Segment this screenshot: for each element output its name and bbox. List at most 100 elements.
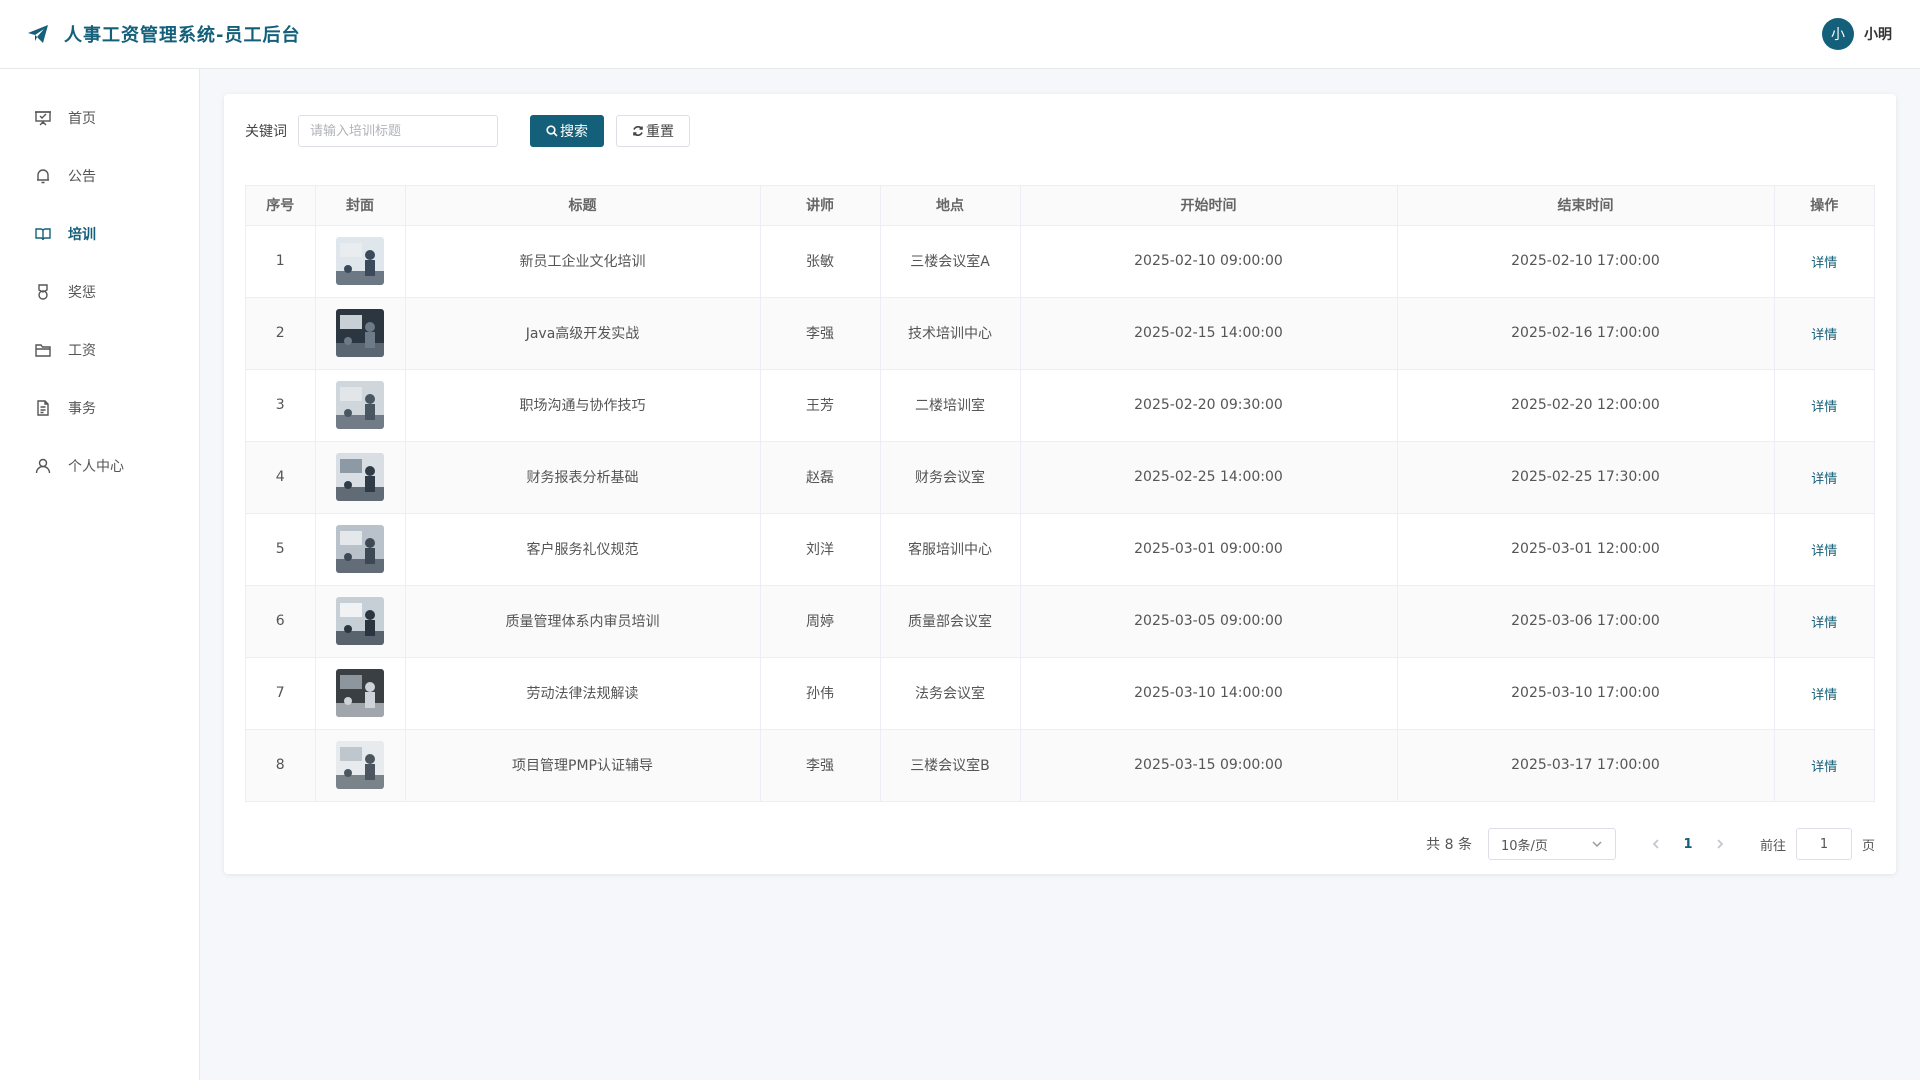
user-icon xyxy=(34,457,52,475)
cover-image[interactable] xyxy=(336,525,384,573)
search-button[interactable]: 搜索 xyxy=(530,115,604,147)
cell-actions: 详情 xyxy=(1774,513,1874,586)
cell-actions: 详情 xyxy=(1774,729,1874,801)
cell-location: 质量部会议室 xyxy=(880,585,1021,658)
detail-link[interactable]: 详情 xyxy=(1811,400,1837,415)
sidebar-item-profile[interactable]: 个人中心 xyxy=(0,437,199,495)
detail-link[interactable]: 详情 xyxy=(1811,472,1837,487)
pagination-total: 共 8 条 xyxy=(1426,837,1472,853)
page-unit-label: 页 xyxy=(1861,838,1875,854)
table-row: 4 财务报表分析基础 赵磊 财务会议室 2025-02-25 14:00:00 2025-… xyxy=(246,441,1874,514)
detail-link[interactable]: 详情 xyxy=(1811,256,1837,271)
cell-teacher: 赵磊 xyxy=(760,441,881,514)
column-header-start: 开始时间 xyxy=(1020,186,1398,226)
app-title: 人事工资管理系统-员工后台 xyxy=(64,25,301,46)
sidebar-item-rewards[interactable]: 奖惩 xyxy=(0,263,199,321)
cell-cover xyxy=(315,585,406,658)
cover-image[interactable] xyxy=(336,597,384,645)
goto-page-input[interactable] xyxy=(1795,828,1852,860)
sidebar-item-label: 首页 xyxy=(68,111,96,127)
user-menu[interactable]: 小 小明 xyxy=(1822,18,1892,50)
cell-start-time: 2025-03-15 09:00:00 xyxy=(1020,729,1398,801)
next-page-button[interactable] xyxy=(1706,830,1734,858)
sidebar: 首页 公告 培训 奖惩 工资 事务 个人中心 xyxy=(0,69,200,1080)
detail-link[interactable]: 详情 xyxy=(1811,688,1837,703)
book-icon xyxy=(34,225,52,243)
user-name[interactable]: 小明 xyxy=(1864,24,1892,44)
cell-end-time: 2025-03-10 17:00:00 xyxy=(1397,657,1775,730)
cover-image[interactable] xyxy=(336,309,384,357)
cell-start-time: 2025-02-25 14:00:00 xyxy=(1020,441,1398,514)
cell-start-time: 2025-02-20 09:30:00 xyxy=(1020,369,1398,442)
table-row: 7 劳动法律法规解读 孙伟 法务会议室 2025-03-10 14:00:00 2025-… xyxy=(246,657,1874,730)
cell-teacher: 李强 xyxy=(760,729,881,801)
table-row: 2 Java高级开发实战 李强 技术培训中心 2025-02-15 14:00:00 20… xyxy=(246,297,1874,370)
medal-icon xyxy=(34,283,52,301)
refresh-icon xyxy=(633,126,643,136)
cell-teacher: 张敏 xyxy=(760,225,881,298)
training-panel: 关键词 搜索 重置 序号 封面 标题 讲师 地点 开始时间 xyxy=(224,94,1896,874)
cover-image[interactable] xyxy=(336,741,384,790)
sidebar-item-label: 事务 xyxy=(68,401,96,417)
page-size-value: 10条/页 xyxy=(1500,838,1548,854)
cell-cover xyxy=(315,369,406,442)
cover-image[interactable] xyxy=(336,453,384,501)
cell-cover xyxy=(315,297,406,370)
cell-end-time: 2025-02-10 17:00:00 xyxy=(1397,225,1775,298)
avatar[interactable]: 小 xyxy=(1822,18,1854,50)
cell-no: 7 xyxy=(246,657,316,730)
cell-title: 项目管理PMP认证辅导 xyxy=(405,729,761,801)
keyword-input[interactable] xyxy=(298,115,498,147)
detail-link[interactable]: 详情 xyxy=(1811,760,1837,775)
column-header-end: 结束时间 xyxy=(1397,186,1775,226)
cell-actions: 详情 xyxy=(1774,225,1874,298)
detail-link[interactable]: 详情 xyxy=(1811,328,1837,343)
cell-title: 劳动法律法规解读 xyxy=(405,657,761,730)
cover-image[interactable] xyxy=(336,237,384,285)
reset-button-label: 重置 xyxy=(646,124,674,140)
cell-actions: 详情 xyxy=(1774,585,1874,658)
sidebar-item-label: 公告 xyxy=(68,169,96,185)
chevron-left-icon xyxy=(1652,839,1659,849)
table-header-row: 序号 封面 标题 讲师 地点 开始时间 结束时间 操作 xyxy=(246,186,1874,226)
cell-title: 客户服务礼仪规范 xyxy=(405,513,761,586)
sidebar-item-affairs[interactable]: 事务 xyxy=(0,379,199,437)
page-number-current[interactable]: 1 xyxy=(1670,837,1706,852)
sidebar-item-label: 奖惩 xyxy=(68,285,96,301)
cell-location: 财务会议室 xyxy=(880,441,1021,514)
sidebar-item-label: 培训 xyxy=(68,227,96,243)
pagination: 共 8 条 10条/页 1 前往 页 xyxy=(245,828,1875,860)
cell-cover xyxy=(315,513,406,586)
cell-actions: 详情 xyxy=(1774,297,1874,370)
column-header-cover: 封面 xyxy=(315,186,406,226)
search-bar: 关键词 搜索 重置 xyxy=(245,115,1875,147)
reset-button[interactable]: 重置 xyxy=(616,115,690,147)
detail-link[interactable]: 详情 xyxy=(1811,544,1837,559)
cell-teacher: 王芳 xyxy=(760,369,881,442)
cell-end-time: 2025-02-25 17:30:00 xyxy=(1397,441,1775,514)
cell-actions: 详情 xyxy=(1774,369,1874,442)
page-size-select[interactable]: 10条/页 xyxy=(1487,828,1616,860)
sidebar-item-training[interactable]: 培训 xyxy=(0,205,199,263)
presentation-icon xyxy=(34,109,52,127)
sidebar-item-salary[interactable]: 工资 xyxy=(0,321,199,379)
cell-teacher: 刘洋 xyxy=(760,513,881,586)
prev-page-button[interactable] xyxy=(1642,830,1670,858)
bell-icon xyxy=(34,167,52,185)
cell-cover xyxy=(315,441,406,514)
cell-title: 质量管理体系内审员培训 xyxy=(405,585,761,658)
cell-location: 技术培训中心 xyxy=(880,297,1021,370)
cell-start-time: 2025-03-05 09:00:00 xyxy=(1020,585,1398,658)
sidebar-item-notice[interactable]: 公告 xyxy=(0,147,199,205)
cell-start-time: 2025-03-01 09:00:00 xyxy=(1020,513,1398,586)
cover-image[interactable] xyxy=(336,669,384,717)
cell-location: 法务会议室 xyxy=(880,657,1021,730)
cover-image[interactable] xyxy=(336,381,384,429)
sidebar-item-home[interactable]: 首页 xyxy=(0,89,199,147)
chevron-right-icon xyxy=(1717,839,1724,849)
cell-title: Java高级开发实战 xyxy=(405,297,761,370)
goto-label: 前往 xyxy=(1759,838,1786,854)
detail-link[interactable]: 详情 xyxy=(1811,616,1837,631)
cell-no: 6 xyxy=(246,585,316,658)
search-icon xyxy=(546,125,558,137)
